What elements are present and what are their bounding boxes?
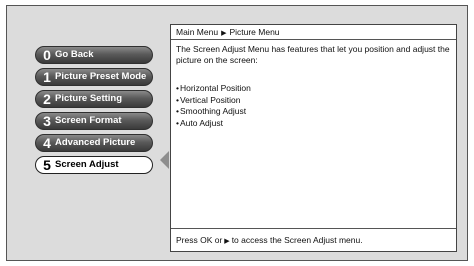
- menu-item-go-back[interactable]: 0 Go Back: [35, 46, 153, 64]
- menu-item-advanced-picture[interactable]: 4 Advanced Picture: [35, 134, 153, 152]
- menu-item-label: Screen Format: [55, 115, 122, 126]
- menu-item-screen-adjust[interactable]: 5 Screen Adjust: [35, 156, 153, 174]
- help-footer: Press OK or ▶ to access the Screen Adjust …: [171, 228, 456, 251]
- menu-item-label: Screen Adjust: [55, 159, 119, 170]
- right-triangle-icon: ▶: [221, 30, 227, 37]
- breadcrumb-current: Picture Menu: [229, 27, 280, 37]
- menu-item-label: Picture Setting: [55, 93, 123, 104]
- menu-item-picture-setting[interactable]: 2 Picture Setting: [35, 90, 153, 108]
- picture-menu-list: 0 Go Back 1 Picture Preset Mode 2 Pictur…: [35, 46, 153, 178]
- breadcrumb-root: Main Menu: [176, 27, 219, 37]
- breadcrumb: Main Menu ▶ Picture Menu: [171, 25, 456, 40]
- feature-list: Horizontal Position Vertical Position Sm…: [171, 83, 456, 129]
- menu-item-label: Advanced Picture: [55, 137, 136, 148]
- footer-suffix: to access the Screen Adjust menu.: [231, 235, 363, 245]
- menu-item-screen-format[interactable]: 3 Screen Format: [35, 112, 153, 130]
- selection-pointer-icon: [160, 151, 169, 169]
- feature-list-item: Auto Adjust: [176, 118, 451, 130]
- menu-item-number: 0: [43, 47, 51, 63]
- menu-item-number: 5: [43, 157, 51, 173]
- info-panel: Main Menu ▶ Picture Menu The Screen Adjust…: [170, 24, 457, 252]
- menu-item-picture-preset-mode[interactable]: 1 Picture Preset Mode: [35, 68, 153, 86]
- feature-list-item: Vertical Position: [176, 95, 451, 107]
- footer-prefix: Press OK or: [176, 235, 223, 245]
- right-triangle-icon: ▶: [224, 238, 230, 245]
- feature-list-item: Smoothing Adjust: [176, 106, 451, 118]
- tv-menu-screen: 0 Go Back 1 Picture Preset Mode 2 Pictur…: [6, 5, 468, 261]
- menu-item-number: 2: [43, 91, 51, 107]
- menu-item-label: Picture Preset Mode: [55, 71, 147, 82]
- menu-item-number: 1: [43, 69, 51, 85]
- menu-item-number: 4: [43, 135, 51, 151]
- menu-item-number: 3: [43, 113, 51, 129]
- feature-list-item: Horizontal Position: [176, 83, 451, 95]
- menu-item-label: Go Back: [55, 49, 94, 60]
- menu-description: The Screen Adjust Menu has features that…: [176, 44, 450, 65]
